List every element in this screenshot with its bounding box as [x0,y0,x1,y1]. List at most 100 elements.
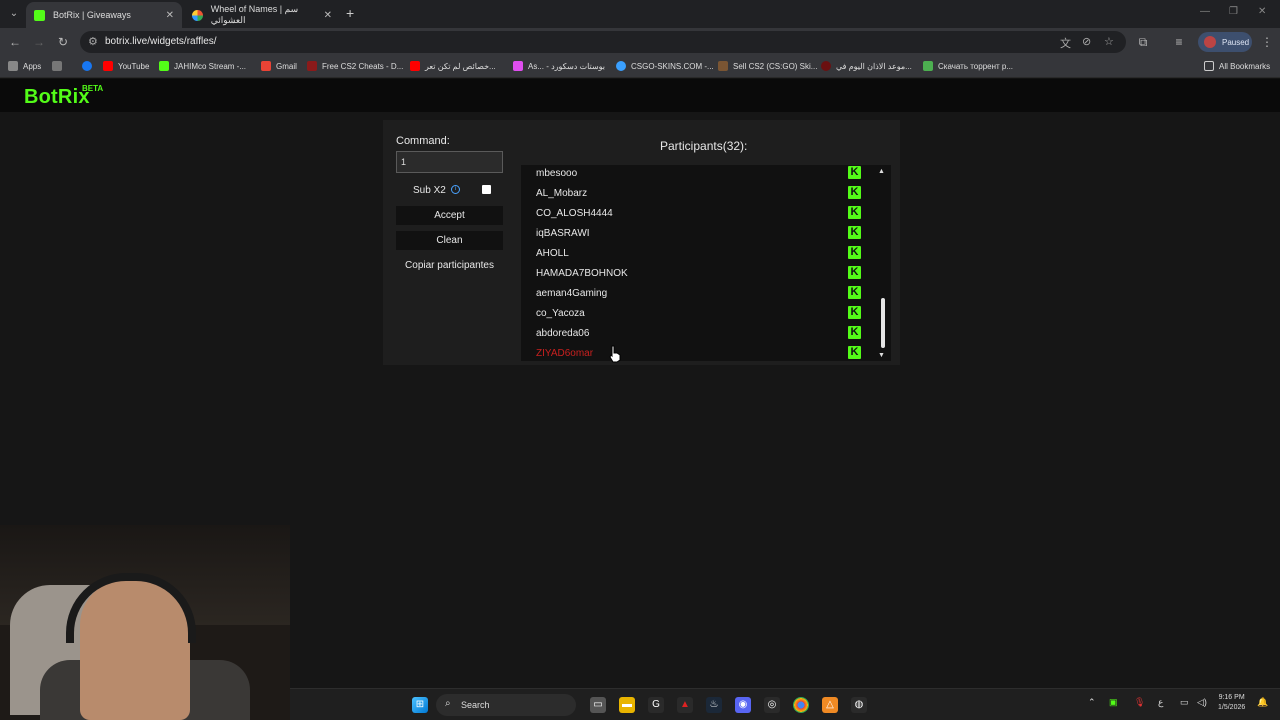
steam-icon[interactable]: ♨ [706,697,722,713]
bookmark-jahimco[interactable]: JAHIMco Stream -... [159,61,246,71]
vlc-icon[interactable]: △ [822,697,838,713]
language-indicator[interactable]: ع [1158,697,1163,708]
tab-title: BotRix | Giveaways [53,10,131,20]
apps-grid-icon [8,61,18,71]
close-tab-icon[interactable]: ✕ [166,10,174,21]
botrix-logo[interactable]: BotRix [24,86,90,109]
eye-off-icon[interactable]: ⊘ [1082,35,1091,48]
list-item: aeman4Gaming K [536,285,861,305]
list-item: CO_ALOSH4444 K [536,205,861,225]
bookmark-cs2-cheats[interactable]: Free CS2 Cheats - D... [307,61,403,71]
clean-button[interactable]: Clean [396,231,503,250]
bookmark-sell-cs2[interactable]: Sell CS2 (CS:GO) Ski... [718,61,817,71]
kick-icon: K [848,266,861,279]
recording-icon[interactable]: ◎ [764,697,780,713]
system-clock[interactable]: 9:16 PM 1/5/2026 [1218,693,1245,713]
kick-icon: K [848,346,861,359]
reload-icon[interactable]: ↻ [56,35,70,49]
profile-status: Paused [1222,37,1250,47]
bookmark-youtube[interactable]: YouTube [103,61,149,71]
start-windows-icon[interactable]: ⊞ [412,697,428,713]
extensions-icon[interactable]: ⧉ [1136,35,1150,50]
address-url[interactable]: botrix.live/widgets/raffles/ [105,36,217,47]
chrome-icon[interactable] [793,697,809,713]
list-item: HAMADA7BOHNOK K [536,265,861,285]
bookmark-tab-groups[interactable] [52,61,67,71]
tab-search-icon[interactable]: ⌄ [6,6,22,22]
tab-wheel-of-names[interactable]: Wheel of Names | سم العشوائي ✕ [184,2,340,28]
back-icon[interactable]: ← [8,35,22,49]
list-item: abdoreda06 K [536,325,861,345]
site-info-icon[interactable]: ⚙ [88,35,98,48]
media-control-icon[interactable]: ≡ [1172,35,1186,49]
bookmark-facebook[interactable] [82,61,97,71]
tray-kick-icon[interactable]: ▣ [1109,697,1118,708]
info-icon[interactable]: i [451,185,460,194]
tab-botrix[interactable]: BotRix | Giveaways ✕ [26,2,182,28]
obs-icon[interactable]: ◍ [851,697,867,713]
minimize-icon[interactable]: — [1200,6,1210,17]
botrix-favicon-icon [34,9,45,21]
close-tab-icon[interactable]: ✕ [324,10,332,21]
bookmark-discord-posts[interactable]: As... - بوستات دسكورد [513,61,605,71]
youtube-icon [103,61,113,71]
list-item: mbesooo K [536,165,861,185]
accept-button[interactable]: Accept [396,206,503,225]
copy-participants-button[interactable]: Copiar participantes [396,260,503,271]
youtube-icon [410,61,420,71]
bookmark-gmail[interactable]: Gmail [261,61,297,71]
maximize-icon[interactable]: ❐ [1229,6,1238,17]
microphone-icon[interactable]: 🎙 [1134,697,1145,708]
scrollbar-thumb[interactable] [881,298,885,348]
translate-icon[interactable]: 文 [1060,35,1071,51]
volume-icon[interactable]: ◁) [1197,697,1207,708]
bookmark-torrent[interactable]: Скачать торрент р... [923,61,1013,71]
command-input[interactable] [396,151,503,173]
address-bar[interactable]: ⚙ botrix.live/widgets/raffles/ 文 ⊘ ☆ [80,31,1126,53]
tab-title: Wheel of Names | سم العشوائي [210,4,299,25]
bookmark-star-icon[interactable]: ☆ [1104,35,1114,48]
scroll-up-icon[interactable]: ▲ [878,168,885,175]
kick-icon: K [848,286,861,299]
bookmark-apps[interactable]: Apps [8,61,41,71]
new-tab-icon[interactable]: + [346,5,354,21]
file-explorer-icon[interactable]: ▬ [619,697,635,713]
beta-badge: BETA [82,84,104,93]
list-item: iqBASRAWI K [536,225,861,245]
site-icon [616,61,626,71]
bookmark-arabic-1[interactable]: خصائص لم تكن تعر... [410,61,496,71]
kick-icon: K [848,246,861,259]
browser-toolbar: ← → ↻ ⚙ botrix.live/widgets/raffles/ 文 ⊘… [0,28,1280,56]
list-item: co_Yacoza K [536,305,861,325]
participants-list[interactable]: mbesooo K AL_Mobarz K CO_ALOSH4444 K iqBASR… [521,165,891,361]
menu-kebab-icon[interactable]: ⋮ [1260,35,1274,49]
forward-icon[interactable]: → [32,35,46,49]
bookmark-prayer-times[interactable]: موعد الاذان اليوم في... [821,61,912,71]
logitech-icon[interactable]: G [648,697,664,713]
tray-overflow-icon[interactable]: ⌃ [1088,697,1096,708]
scroll-down-icon[interactable]: ▼ [878,352,885,359]
kick-icon: K [848,226,861,239]
gem-icon [513,61,523,71]
kick-icon: K [848,326,861,339]
participants-title: Participants(32): [660,139,748,153]
profile-button[interactable]: Paused [1198,32,1252,52]
kick-icon: K [848,186,861,199]
discord-icon[interactable]: ◉ [735,697,751,713]
task-view-icon[interactable]: ▭ [590,697,606,713]
kick-icon [159,61,169,71]
sub-x2-label: Sub X2 [413,185,446,196]
app-a-icon[interactable]: ▲ [677,697,693,713]
folder-icon [1204,61,1214,71]
sub-x2-checkbox[interactable] [482,185,491,194]
webcam-overlay [0,525,290,720]
network-icon[interactable]: ▭ [1180,697,1189,708]
bookmark-csgo-skins[interactable]: CSGO-SKINS.COM -... [616,61,714,71]
kick-icon: K [848,206,861,219]
bookmark-all[interactable]: All Bookmarks [1204,61,1270,71]
notification-bell-icon[interactable]: 🔔 [1257,697,1268,708]
list-item: AHOLL K [536,245,861,265]
taskbar-search[interactable]: ⌕ Search [436,694,576,716]
window-close-icon[interactable]: ✕ [1258,6,1266,17]
gmail-icon [261,61,271,71]
